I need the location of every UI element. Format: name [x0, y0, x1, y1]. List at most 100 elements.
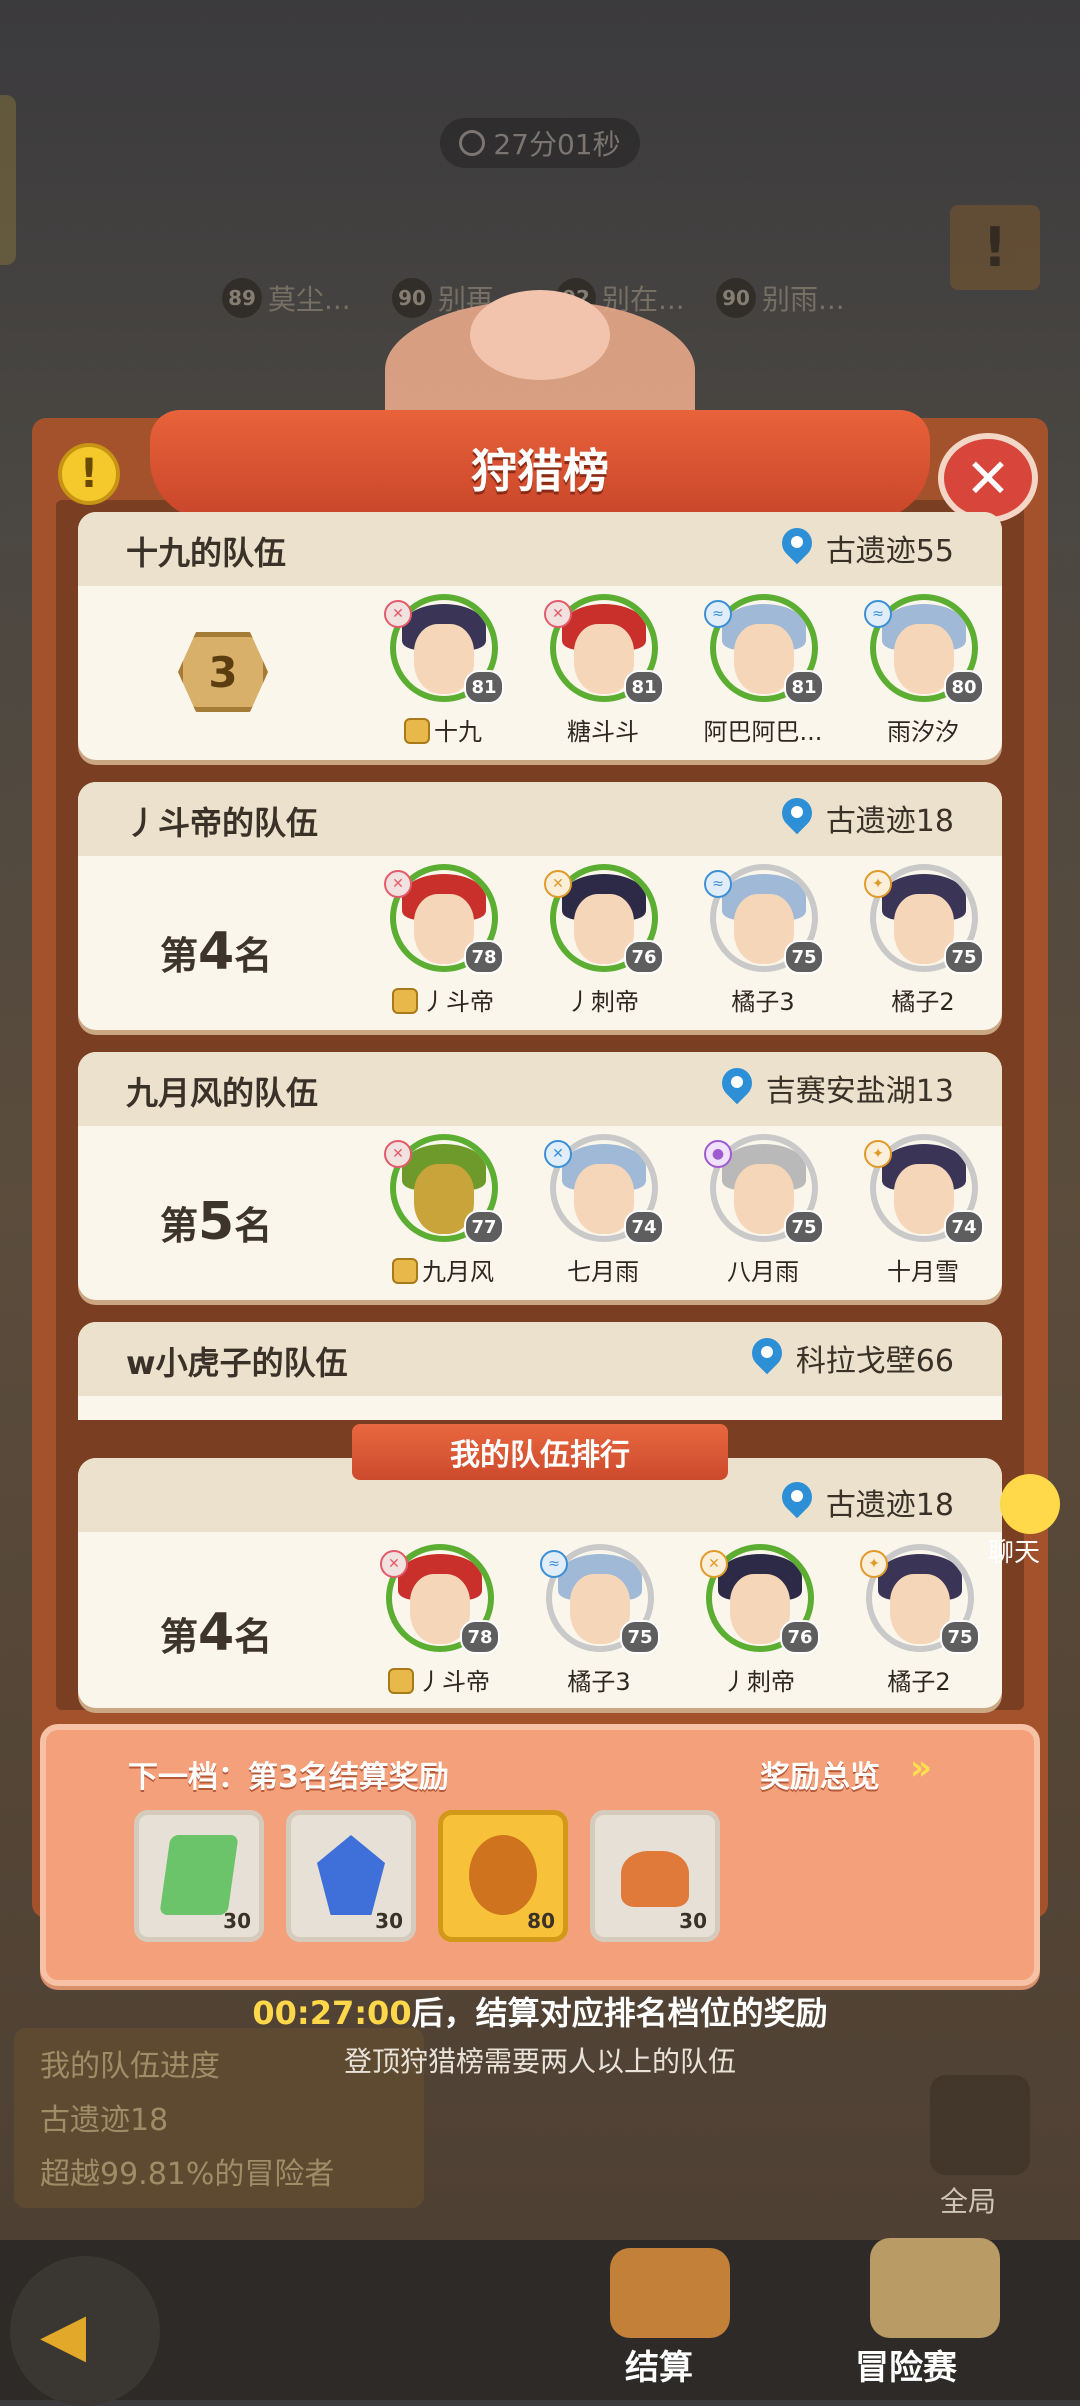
- team-rank: 第4名: [160, 1603, 272, 1663]
- nav-adventure[interactable]: 冒险赛: [855, 2340, 957, 2389]
- page-title: 狩猎榜: [471, 444, 609, 498]
- team-location: 古遗迹18: [780, 796, 954, 840]
- member-slot[interactable]: ≈ 80 雨汐汐: [848, 594, 998, 754]
- element-icon: ✕: [544, 600, 572, 628]
- team-card[interactable]: 九月风的队伍 吉赛安盐湖13 第5名 ✕ 77 九月风 ✕ 74 七月雨 ● 7…: [78, 1052, 1002, 1300]
- member-slot[interactable]: ✕ 77 九月风: [368, 1134, 518, 1294]
- member-slot[interactable]: ✦ 74 十月雪: [848, 1134, 998, 1294]
- settlement-countdown: 00:27:00后，结算对应排名档位的奖励: [0, 1988, 1080, 2034]
- food-dish-icon: [621, 1851, 689, 1907]
- event-timer: 27分01秒: [440, 118, 640, 168]
- global-label: 全局: [940, 2185, 997, 2218]
- chat-label: 聊天: [988, 1538, 1041, 1568]
- team-location-text: 古遗迹18: [825, 804, 954, 839]
- member-slot[interactable]: ✦ 75 橘子2: [848, 864, 998, 1024]
- team-location-text: 古遗迹55: [825, 534, 954, 569]
- element-icon: ✕: [384, 1140, 412, 1168]
- location-pin-icon: [780, 1482, 814, 1522]
- hunting-board-note: 登顶狩猎榜需要两人以上的队伍: [343, 2045, 736, 2078]
- element-icon: ✕: [384, 870, 412, 898]
- member-level: 76: [780, 1620, 820, 1654]
- reward-item[interactable]: 30: [286, 1810, 416, 1942]
- double-chevron-right-icon[interactable]: »: [910, 1748, 932, 1788]
- top-player-level: 90: [716, 278, 756, 318]
- team-rank: 第5名: [160, 1192, 272, 1252]
- team-location-text: 吉赛安盐湖13: [765, 1074, 954, 1109]
- team-name: 丿斗帝的队伍: [126, 804, 319, 842]
- info-button[interactable]: !: [58, 443, 120, 505]
- member-name-row: 丿斗帝: [364, 1662, 514, 1697]
- countdown-text: 后，结算对应排名档位的奖励: [411, 1994, 828, 2032]
- member-level: 81: [624, 670, 664, 704]
- rank-prefix: 第: [160, 1615, 199, 1659]
- member-level: 81: [464, 670, 504, 704]
- member-level: 80: [944, 670, 984, 704]
- member-slot[interactable]: ≈ 75 橘子3: [524, 1544, 674, 1704]
- team-rank: 第4名: [160, 922, 272, 982]
- close-button[interactable]: ✕: [938, 433, 1038, 523]
- member-slot[interactable]: ● 75 八月雨: [688, 1134, 838, 1294]
- team-location: 古遗迹18: [780, 1480, 954, 1524]
- element-icon: ●: [704, 1140, 732, 1168]
- top-player-level: 90: [392, 278, 432, 318]
- ranking-list[interactable]: 十九的队伍 古遗迹55 3 ✕ 81 十九 ✕ 81 糖斗斗 ≈ 81 阿巴阿巴…: [74, 512, 1008, 1420]
- top-player-level: 89: [222, 278, 262, 318]
- member-name: 十九: [434, 718, 482, 746]
- team-location: 科拉戈壁66: [750, 1336, 954, 1380]
- member-name-row: 九月风: [368, 1252, 518, 1287]
- member-level: 75: [940, 1620, 980, 1654]
- element-icon: ✕: [384, 600, 412, 628]
- my-team-card[interactable]: 古遗迹18 第4名 ✕ 78 丿斗帝 ≈ 75 橘子3 ✕ 76 丿刺帝 ✦ 7…: [78, 1458, 1002, 1708]
- member-name: 丿斗帝: [422, 988, 494, 1016]
- member-slot[interactable]: ✕ 76 丿刺帝: [684, 1544, 834, 1704]
- element-icon: ✦: [864, 870, 892, 898]
- reward-item[interactable]: 30: [134, 1810, 264, 1942]
- reward-overview-link[interactable]: 奖励总览: [760, 1752, 880, 1796]
- team-location: 古遗迹55: [780, 526, 954, 570]
- rank-medal-icon: 3: [178, 632, 268, 712]
- countdown-time: 00:27:00: [252, 1994, 412, 2032]
- member-slot[interactable]: ✕ 78 丿斗帝: [368, 864, 518, 1024]
- team-name: 九月风的队伍: [126, 1074, 319, 1112]
- member-slot[interactable]: ✕ 74 七月雨: [528, 1134, 678, 1294]
- member-name: 橘子3: [731, 988, 795, 1016]
- adventure-map-icon[interactable]: [870, 2238, 1000, 2338]
- member-slot[interactable]: ✕ 81 糖斗斗: [528, 594, 678, 754]
- top-player-name: 别雨...: [762, 283, 845, 316]
- next-tier-label: 下一档：第3名结算奖励: [128, 1760, 449, 1795]
- member-slot[interactable]: ≈ 81 阿巴阿巴...: [688, 594, 838, 754]
- team-location-text: 古遗迹18: [825, 1488, 954, 1523]
- team-card[interactable]: w小虎子的队伍 科拉戈壁66: [78, 1322, 1002, 1420]
- rank-prefix: 第: [160, 1204, 199, 1248]
- member-slot[interactable]: ✦ 75 橘子2: [844, 1544, 994, 1704]
- member-level: 76: [624, 940, 664, 974]
- reward-item[interactable]: 30: [590, 1810, 720, 1942]
- member-name: 雨汐汐: [887, 718, 959, 746]
- member-slot[interactable]: ✕ 78 丿斗帝: [364, 1544, 514, 1704]
- team-card[interactable]: 十九的队伍 古遗迹55 3 ✕ 81 十九 ✕ 81 糖斗斗 ≈ 81 阿巴阿巴…: [78, 512, 1002, 760]
- team-name: 十九的队伍: [126, 534, 287, 572]
- member-slot[interactable]: ✕ 81 十九: [368, 594, 518, 754]
- member-name: 丿斗帝: [418, 1668, 490, 1696]
- leader-badge-icon: [388, 1668, 414, 1694]
- global-map-button[interactable]: [930, 2075, 1030, 2175]
- nav-settle[interactable]: 结算: [625, 2340, 693, 2389]
- member-slot[interactable]: ✕ 76 丿刺帝: [528, 864, 678, 1024]
- member-level: 75: [944, 940, 984, 974]
- element-icon: ≈: [704, 870, 732, 898]
- top-player-name: 莫尘...: [268, 283, 351, 316]
- top-player: 89 莫尘...: [222, 278, 351, 318]
- location-pin-icon: [750, 1338, 784, 1378]
- member-name-row: 十九: [368, 712, 518, 747]
- quest-scroll-icon[interactable]: !: [950, 205, 1040, 290]
- leader-badge-icon: [404, 718, 430, 744]
- settle-bag-icon[interactable]: [610, 2248, 730, 2338]
- left-edge-tab: [0, 95, 16, 265]
- reward-item[interactable]: 80: [438, 1810, 568, 1942]
- member-level: 77: [464, 1210, 504, 1244]
- member-name-row: 丿斗帝: [368, 982, 518, 1017]
- member-slot[interactable]: ≈ 75 橘子3: [688, 864, 838, 1024]
- member-name: 十月雪: [887, 1258, 959, 1286]
- team-card[interactable]: 丿斗帝的队伍 古遗迹18 第4名 ✕ 78 丿斗帝 ✕ 76 丿刺帝 ≈ 75 …: [78, 782, 1002, 1030]
- element-icon: ≈: [704, 600, 732, 628]
